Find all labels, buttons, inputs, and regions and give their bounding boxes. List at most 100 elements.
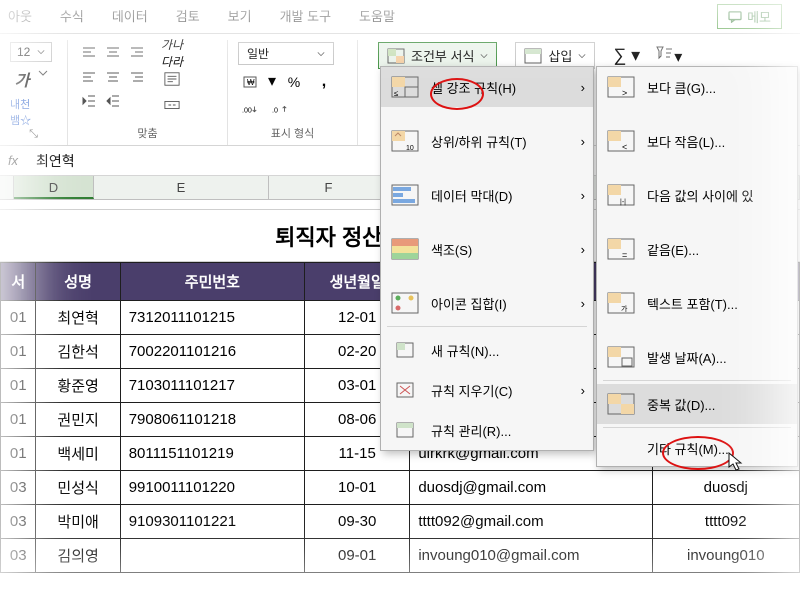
orientation-icon[interactable]: 가나다라	[160, 42, 184, 64]
comment-icon	[728, 11, 742, 23]
table-row[interactable]: 03민성식991001110122010-01duosdj@gmail.comd…	[1, 471, 800, 505]
group-label-align: 맞춤	[78, 125, 217, 145]
tab-layout[interactable]: 아웃	[8, 6, 32, 25]
chevron-right-icon: ›	[581, 80, 585, 95]
chevron-down-icon	[317, 50, 325, 58]
equal-icon: =	[607, 237, 635, 261]
chevron-down-icon	[578, 52, 586, 60]
svg-text:.00: .00	[242, 107, 252, 115]
align-top-left[interactable]	[78, 42, 100, 64]
highlight-cells-submenu: > 보다 큼(G)... < 보다 작음(L)... |-| 다음 값의 사이에…	[596, 66, 798, 467]
date-icon	[607, 345, 635, 369]
col-header-F[interactable]: F	[269, 176, 389, 199]
highlight-cells-icon: ≤	[391, 75, 419, 99]
tab-review[interactable]: 검토	[176, 6, 200, 25]
menu-date-occurring[interactable]: 발생 날짜(A)...	[597, 337, 797, 377]
currency-icon[interactable]: ₩	[238, 71, 262, 93]
chevron-down-icon	[38, 68, 48, 78]
clear-rules-icon	[391, 378, 419, 402]
greater-icon: >	[607, 75, 635, 99]
fx-icon[interactable]: fx	[0, 153, 26, 168]
tab-data[interactable]: 데이터	[112, 6, 148, 25]
svg-text:₩: ₩	[247, 78, 255, 87]
font-size-combo[interactable]: 12	[10, 42, 52, 62]
align-top-right[interactable]	[126, 42, 148, 64]
insert-cells-button[interactable]: 삽입	[515, 42, 595, 69]
menu-color-scales[interactable]: 색조(S) ›	[381, 229, 593, 269]
svg-text:=: =	[622, 250, 627, 260]
menu-between[interactable]: |-| 다음 값의 사이에 있	[597, 175, 797, 215]
merge-icon[interactable]	[160, 94, 184, 116]
menu-new-rule[interactable]: 새 규칙(N)...	[381, 330, 593, 370]
menu-more-rules[interactable]: 기타 규칙(M)...	[597, 431, 797, 466]
top-bottom-icon: 10	[391, 129, 419, 153]
conditional-format-icon	[387, 48, 405, 64]
text-effects[interactable]: 내천뱀☆	[10, 96, 31, 128]
chevron-right-icon: ›	[581, 296, 585, 311]
menu-data-bars[interactable]: 데이터 막대(D) ›	[381, 175, 593, 215]
wrap-text-icon[interactable]	[160, 68, 184, 90]
align-left[interactable]	[78, 66, 100, 88]
menu-duplicate-values[interactable]: 중복 값(D)...	[597, 384, 797, 424]
conditional-formatting-button[interactable]: 조건부 서식	[378, 42, 497, 69]
text-contains-icon: 가	[607, 291, 635, 315]
ribbon-tabs: 아웃 수식 데이터 검토 보기 개발 도구 도움말	[0, 0, 800, 34]
svg-text:>: >	[622, 88, 627, 98]
svg-text:10: 10	[406, 145, 414, 152]
duplicate-icon	[607, 392, 635, 416]
decrease-decimal-icon[interactable]: .0	[268, 99, 292, 121]
dialog-launcher-icon[interactable]: ⤡	[10, 128, 57, 145]
autosum-icon[interactable]: ∑ ▾	[613, 45, 640, 66]
col-header-D[interactable]: D	[14, 176, 94, 199]
manage-rules-icon	[391, 418, 419, 442]
group-label-number: 표시 형식	[238, 125, 347, 145]
menu-top-bottom[interactable]: 10 상위/하위 규칙(T) ›	[381, 121, 593, 161]
chevron-right-icon: ›	[581, 134, 585, 149]
cursor-icon	[728, 452, 744, 472]
menu-highlight-cells[interactable]: ≤ 셀 강조 규칙(H) ›	[381, 67, 593, 107]
tab-view[interactable]: 보기	[228, 6, 252, 25]
icon-sets-icon	[391, 291, 419, 315]
sort-filter-icon[interactable]: ▾	[654, 44, 682, 67]
menu-clear-rules[interactable]: 규칙 지우기(C) ›	[381, 370, 593, 410]
chevron-down-icon	[480, 52, 488, 60]
menu-equal-to[interactable]: = 같음(E)...	[597, 229, 797, 269]
memo-button[interactable]: 메모	[717, 4, 782, 29]
svg-text:|-|: |-|	[620, 199, 626, 206]
menu-icon-sets[interactable]: 아이콘 집합(I) ›	[381, 283, 593, 323]
menu-manage-rules[interactable]: 규칙 관리(R)...	[381, 410, 593, 450]
align-right[interactable]	[126, 66, 148, 88]
menu-less-than[interactable]: < 보다 작음(L)...	[597, 121, 797, 161]
menu-greater-than[interactable]: > 보다 큼(G)...	[597, 67, 797, 107]
between-icon: |-|	[607, 183, 635, 207]
tab-formulas[interactable]: 수식	[60, 6, 84, 25]
conditional-format-menu: ≤ 셀 강조 규칙(H) › 10 상위/하위 규칙(T) › 데이터 막대(D…	[380, 66, 594, 451]
chevron-right-icon: ›	[581, 242, 585, 257]
chevron-down-icon	[37, 48, 45, 56]
chevron-right-icon: ›	[581, 188, 585, 203]
percent-icon[interactable]: %	[282, 71, 306, 93]
tab-help[interactable]: 도움말	[359, 6, 395, 25]
increase-decimal-icon[interactable]: .00	[238, 99, 262, 121]
chevron-right-icon: ›	[581, 383, 585, 398]
svg-text:가: 가	[621, 304, 628, 313]
number-format-combo[interactable]: 일반	[238, 42, 334, 65]
color-scales-icon	[391, 237, 419, 261]
insert-icon	[524, 48, 542, 64]
bold-icon[interactable]: 가	[10, 68, 34, 90]
data-bars-icon	[391, 183, 419, 207]
indent-increase[interactable]	[102, 90, 124, 112]
less-icon: <	[607, 129, 635, 153]
svg-text:<: <	[622, 142, 627, 152]
align-center[interactable]	[102, 66, 124, 88]
menu-text-contains[interactable]: 가 텍스트 포함(T)...	[597, 283, 797, 323]
table-row[interactable]: 03박미애910930110122109-30tttt092@gmail.com…	[1, 505, 800, 539]
indent-decrease[interactable]	[78, 90, 100, 112]
svg-text:≤: ≤	[394, 89, 399, 98]
comma-icon[interactable]: ,	[312, 71, 336, 93]
alignment-grid	[78, 42, 148, 112]
col-header-E[interactable]: E	[94, 176, 269, 199]
table-row[interactable]: 03김의영09-01invoung010@gmail.cominvoung010	[1, 539, 800, 573]
align-top-center[interactable]	[102, 42, 124, 64]
tab-developer[interactable]: 개발 도구	[280, 6, 331, 25]
